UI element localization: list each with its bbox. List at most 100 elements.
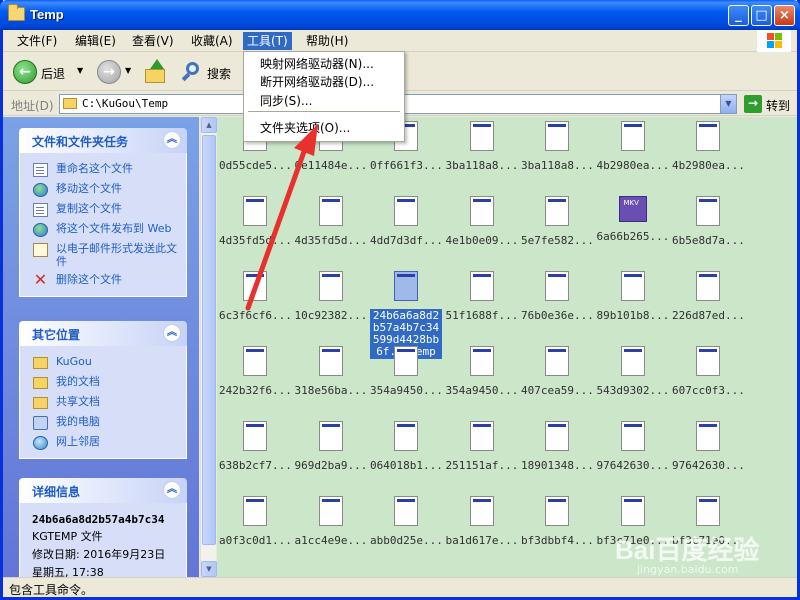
menu-map-network-drive[interactable]: 映射网络驱动器(N)... <box>260 55 374 72</box>
file-icon <box>696 121 720 151</box>
place-my-documents[interactable]: 我的文档 <box>20 372 186 392</box>
minimize-button[interactable]: _ <box>728 5 749 26</box>
scroll-up-icon[interactable]: ▲ <box>201 117 217 133</box>
file-item[interactable]: 97642630... <box>672 421 744 472</box>
file-item[interactable]: 638b2cf7... <box>219 421 291 472</box>
task-pane-scrollbar[interactable]: ▲ ▼ <box>200 117 217 577</box>
details-header[interactable]: 详细信息 ︽ <box>19 478 187 503</box>
file-name: 3ba118a8... <box>521 159 593 172</box>
file-item[interactable]: bf3dbbf4... <box>521 496 593 547</box>
go-button[interactable]: 转到 <box>766 97 790 114</box>
file-item[interactable]: 4dd7d3df... <box>370 196 442 247</box>
other-places-title: 其它位置 <box>32 328 81 342</box>
back-dropdown-icon[interactable]: ▼ <box>77 66 83 75</box>
place-my-computer[interactable]: 我的电脑 <box>20 412 186 432</box>
file-item[interactable]: 3ba118a8... <box>446 121 518 172</box>
file-tasks-header[interactable]: 文件和文件夹任务 ︽ <box>19 128 187 153</box>
place-shared-documents[interactable]: 共享文档 <box>20 392 186 412</box>
file-name: 407cea59... <box>521 384 593 397</box>
file-item[interactable]: MKV 6a66b265... <box>597 196 669 243</box>
file-item[interactable]: 76b0e36e... <box>521 271 593 322</box>
details-weekday: 星期五, 17:38 <box>32 566 104 577</box>
file-item[interactable]: 4b2980ea... <box>597 121 669 172</box>
task-move[interactable]: 移动这个文件 <box>20 179 186 199</box>
menu-tools[interactable]: 工具(T) <box>243 32 292 50</box>
file-item[interactable]: 10c92382... <box>295 271 367 322</box>
address-dropdown-icon[interactable]: ▼ <box>720 95 736 113</box>
menu-disconnect-network-drive[interactable]: 断开网络驱动器(D)... <box>260 73 374 90</box>
back-label[interactable]: 后退 <box>41 65 65 82</box>
go-arrow-icon[interactable]: → <box>744 95 762 113</box>
file-name: 0ff661f3... <box>370 159 442 172</box>
task-label: 复制这个文件 <box>56 202 122 215</box>
scroll-thumb[interactable] <box>202 135 216 545</box>
file-icon <box>620 271 645 301</box>
file-icon <box>545 421 569 451</box>
file-item[interactable]: 354a9450... <box>446 346 518 397</box>
menu-favorites[interactable]: 收藏(A) <box>187 32 237 50</box>
menu-edit[interactable]: 编辑(E) <box>71 32 120 50</box>
forward-arrow-icon[interactable]: → <box>97 60 121 84</box>
task-rename[interactable]: 重命名这个文件 <box>20 159 186 179</box>
file-item[interactable]: a0f3c0d1... <box>219 496 291 547</box>
file-icon <box>394 346 418 376</box>
file-item[interactable]: 4b2980ea... <box>672 121 744 172</box>
file-item[interactable]: 543d9302... <box>597 346 669 397</box>
place-network[interactable]: 网上邻居 <box>20 432 186 452</box>
menu-synchronize[interactable]: 同步(S)... <box>260 92 312 109</box>
file-item[interactable]: 4d35fd5d... <box>295 196 367 247</box>
file-item[interactable]: ba1d617e... <box>446 496 518 547</box>
collapse-chevron-icon[interactable]: ︽ <box>163 324 181 342</box>
menu-help[interactable]: 帮助(H) <box>302 32 352 50</box>
task-publish-web[interactable]: 将这个文件发布到 Web <box>20 219 186 239</box>
folder-up-icon[interactable] <box>143 59 169 85</box>
task-label: 重命名这个文件 <box>56 162 133 175</box>
file-item[interactable]: 318e56ba... <box>295 346 367 397</box>
file-item[interactable]: 354a9450... <box>370 346 442 397</box>
file-item[interactable]: abb0d25e... <box>370 496 442 547</box>
file-icon <box>620 121 645 151</box>
file-item[interactable]: 18901348... <box>521 421 593 472</box>
file-item[interactable]: 064018b1... <box>370 421 442 472</box>
file-item[interactable]: 3ba118a8... <box>521 121 593 172</box>
close-button[interactable]: × <box>774 5 795 26</box>
file-item[interactable]: 251151af... <box>446 421 518 472</box>
title-bar[interactable]: Temp _ □ × <box>0 0 800 30</box>
task-copy[interactable]: 复制这个文件 <box>20 199 186 219</box>
file-name: 638b2cf7... <box>219 459 291 472</box>
file-item[interactable]: 242b32f6... <box>219 346 291 397</box>
file-item[interactable]: 6c3f6cf6... <box>219 271 291 322</box>
file-item[interactable]: a1cc4e9e... <box>295 496 367 547</box>
scroll-down-icon[interactable]: ▼ <box>201 561 217 577</box>
file-tasks-panel: 文件和文件夹任务 ︽ 重命名这个文件 移动这个文件 复制这个文件 将这个文件发布… <box>19 128 187 297</box>
other-places-body: KuGou 我的文档 共享文档 我的电脑 网上邻居 <box>19 346 187 459</box>
file-item[interactable]: 4e1b0e09... <box>446 196 518 247</box>
search-icon[interactable] <box>180 61 202 83</box>
file-item[interactable]: 51f1688f... <box>446 271 518 322</box>
menu-folder-options[interactable]: 文件夹选项(O)... <box>260 119 350 136</box>
file-item[interactable]: 6b5e8d7a... <box>672 196 744 247</box>
file-item[interactable]: 89b101b8... <box>597 271 669 322</box>
collapse-chevron-icon[interactable]: ︽ <box>163 481 181 499</box>
file-item[interactable]: 407cea59... <box>521 346 593 397</box>
address-value[interactable]: C:\KuGou\Temp <box>82 97 168 110</box>
file-item[interactable]: 969d2ba9... <box>295 421 367 472</box>
task-delete[interactable]: ✕ 删除这个文件 <box>20 270 186 290</box>
file-icon <box>469 346 494 376</box>
forward-dropdown-icon[interactable]: ▼ <box>125 66 131 75</box>
collapse-chevron-icon[interactable]: ︽ <box>163 131 181 149</box>
menu-view[interactable]: 查看(V) <box>128 32 178 50</box>
file-name: 6a66b265... <box>596 230 669 243</box>
search-label[interactable]: 搜索 <box>207 65 231 82</box>
other-places-header[interactable]: 其它位置 ︽ <box>19 321 187 346</box>
file-item[interactable]: 97642630... <box>597 421 669 472</box>
back-arrow-icon[interactable]: ← <box>13 60 37 84</box>
task-email[interactable]: 以电子邮件形式发送此文件 <box>20 239 186 270</box>
place-kugou[interactable]: KuGou <box>20 352 186 372</box>
menu-file[interactable]: 文件(F) <box>13 32 61 50</box>
maximize-button[interactable]: □ <box>751 5 772 26</box>
file-item[interactable]: 4d35fd5d... <box>219 196 291 247</box>
file-item[interactable]: 607cc0f3... <box>672 346 744 397</box>
file-item[interactable]: 5e7fe582... <box>521 196 593 247</box>
file-item[interactable]: 226d87ed... <box>672 271 744 322</box>
